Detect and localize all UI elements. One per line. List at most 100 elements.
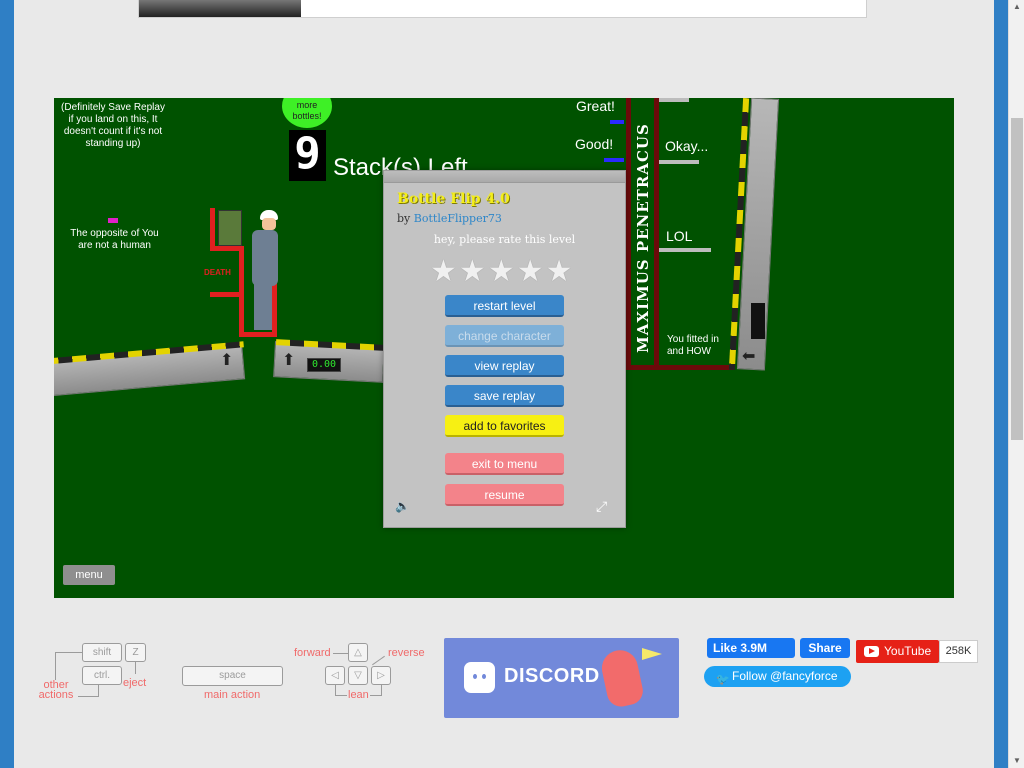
game-canvas[interactable]: (Definitely Save Replay if you land on t… [54,98,954,598]
add-to-favorites-button[interactable]: add to favorites [445,415,564,437]
facebook-share-button[interactable]: Share [800,638,850,658]
red-bar-vertical-left [210,208,215,250]
fullscreen-icon[interactable]: ⤢ [596,498,607,515]
lean-label: lean [348,689,369,701]
z-key: Z [125,643,146,662]
author-link[interactable]: BottleFlipper73 [414,212,502,225]
mascot-icon [598,646,646,710]
main-action-label: main action [204,689,261,701]
good-label: Good! [575,136,614,152]
connector-line [335,685,336,695]
connector-line [335,695,347,696]
magenta-marker [108,218,118,223]
page-frame-left [0,0,14,768]
character-legs [254,282,272,330]
left-arrow-key-icon: ◁ [325,666,345,685]
forward-label: forward [294,647,331,659]
twitter-bird-icon: 🐦 [716,674,730,686]
resume-button[interactable]: resume [445,484,564,506]
signal-box [218,210,242,246]
connector-line [135,662,136,674]
facebook-like-button[interactable]: Like 3.9M [707,638,795,658]
level-title: Bottle Flip 4.0 [397,191,510,207]
good-marker [604,158,624,162]
youtube-subscribe-button[interactable]: YouTube [856,640,939,663]
star-4-icon[interactable]: ★ [517,257,544,287]
connector-line [333,653,348,654]
restart-level-button[interactable]: restart level [445,295,564,317]
okay-marker [659,160,699,164]
other-actions-label: other actions [38,679,74,701]
eject-label: eject [123,677,147,689]
character-head [262,218,276,230]
connector-line [372,655,385,666]
discord-text: DISCORD [504,665,600,687]
game-menu-button[interactable]: menu [63,565,115,585]
banner-image [139,0,301,17]
death-label: DEATH [204,268,231,277]
modal-top-bar [384,171,625,183]
star-1-icon[interactable]: ★ [430,257,457,287]
shift-key: shift [82,643,122,662]
twitter-follow-button[interactable]: 🐦 Follow @fancyforce [704,666,851,687]
level-byline: by BottleFlipper73 [397,212,502,225]
ctrl-key: ctrl. [82,666,122,685]
great-label: Great! [576,98,615,114]
scroll-up-arrow-icon[interactable]: ▲ [1012,2,1022,12]
replay-note: (Definitely Save Replay if you land on t… [61,102,165,149]
star-rating[interactable]: ★ ★ ★ ★ ★ [430,257,573,287]
scrollbar[interactable]: ▲ ▼ [1008,0,1024,768]
left-arrow-icon: ⬅ [742,348,756,365]
scroll-thumb[interactable] [1011,118,1023,440]
okay-label: Okay... [665,138,709,154]
lol-marker [659,248,711,252]
scroll-down-arrow-icon[interactable]: ▼ [1012,756,1022,766]
space-key: space [182,666,283,686]
fitted-note: You fitted in and HOW [667,334,719,357]
change-character-button[interactable]: change character [445,325,564,347]
connector-line [55,652,82,653]
great-marker [610,120,624,124]
up-arrow-key-icon: △ [348,643,368,662]
platform-counter: 0.00 [311,359,337,370]
red-bar-horizontal-top [210,246,240,251]
connector-line [98,685,99,696]
page-frame-right [994,0,1008,768]
star-5-icon[interactable]: ★ [546,257,573,287]
star-2-icon[interactable]: ★ [459,257,486,287]
up-arrow-icon: ⬆ [220,352,234,369]
up-arrow-icon: ⬆ [282,352,296,369]
connector-line [78,696,99,697]
reverse-label: reverse [388,647,425,659]
sound-icon[interactable]: 🔈 [395,499,410,513]
stack-count: 9 [294,128,321,179]
exit-to-menu-button[interactable]: exit to menu [445,453,564,475]
connector-line [381,685,382,695]
flag-icon [642,648,662,660]
top-marker [659,98,689,102]
opposite-note: The opposite of You are not a human [70,228,159,251]
rate-prompt: hey, please rate this level [433,233,576,246]
discord-banner[interactable]: DISCORD [444,638,679,718]
top-banner[interactable] [138,0,867,18]
star-3-icon[interactable]: ★ [488,257,515,287]
maximus-label: MAXIMUS PENETRACUS [634,123,652,353]
youtube-play-icon [864,646,879,657]
youtube-label: YouTube [884,644,932,658]
twitter-label: Follow @fancyforce [732,669,838,683]
red-connector [654,365,734,370]
right-arrow-key-icon: ▷ [371,666,391,685]
lol-label: LOL [666,228,693,244]
connector-line [55,652,56,680]
right-platform-counter-box [751,303,765,339]
save-replay-button[interactable]: save replay [445,385,564,407]
connector-line [370,695,382,696]
by-label: by [397,212,411,225]
pause-menu-modal: Bottle Flip 4.0 by BottleFlipper73 hey, … [383,170,626,528]
youtube-subscriber-count: 258K [939,640,978,663]
down-arrow-key-icon: ▽ [348,666,368,685]
discord-logo-icon [464,662,495,693]
character-body [252,230,278,286]
view-replay-button[interactable]: view replay [445,355,564,377]
red-bar-vertical-right [239,246,244,336]
